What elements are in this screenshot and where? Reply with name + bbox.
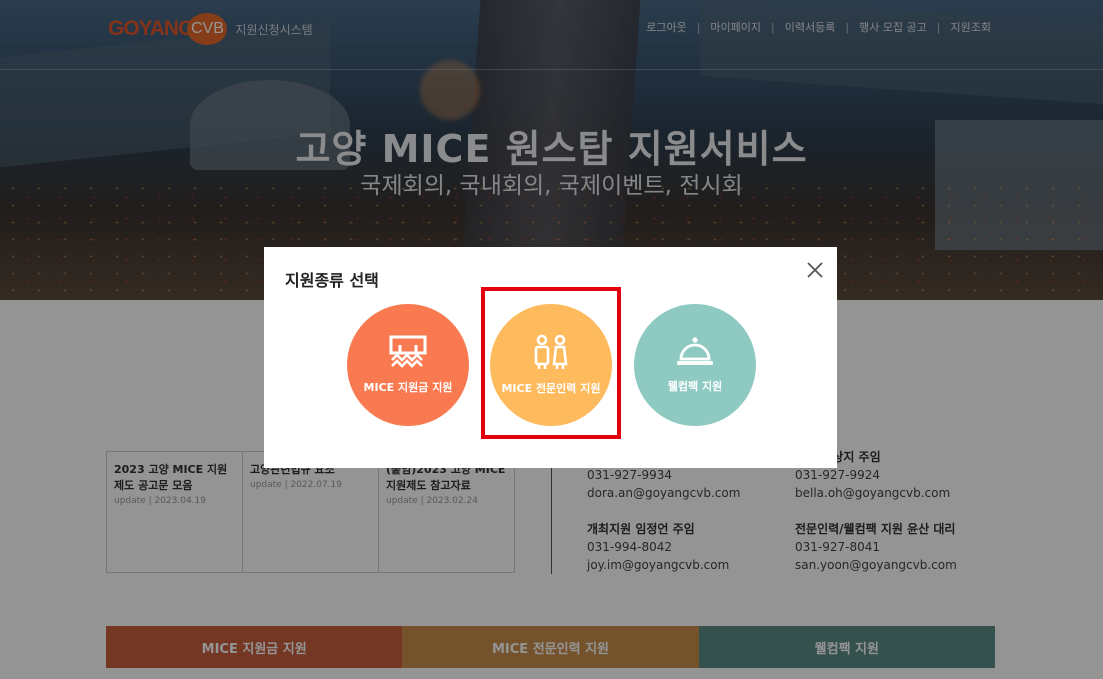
option-label: 웰컴팩 지원	[667, 380, 723, 393]
modal-title: 지원종류 선택	[285, 271, 379, 290]
option-label: MICE 지원금 지원	[363, 381, 453, 394]
close-icon[interactable]	[805, 260, 825, 280]
stage-icon	[388, 335, 428, 373]
option-mice-grant[interactable]: MICE 지원금 지원	[347, 304, 469, 426]
selection-highlight	[481, 287, 621, 439]
support-type-modal: 지원종류 선택 MICE 지원금 지원 MICE 전문인력 지원 웰컴팩 지원	[264, 247, 837, 468]
option-welcome-pack[interactable]: 웰컴팩 지원	[634, 304, 756, 426]
service-bell-icon	[675, 336, 715, 372]
